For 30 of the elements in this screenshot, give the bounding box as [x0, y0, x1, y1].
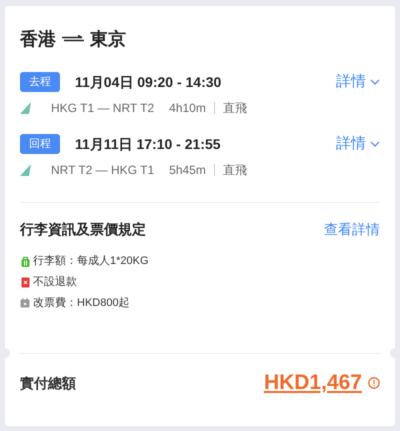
total-amount[interactable]: HKD1,467 — [264, 367, 362, 399]
total-label: 實付總額 — [20, 374, 76, 392]
origin-city: 香港 — [20, 28, 56, 50]
chevron-down-icon — [370, 79, 380, 85]
flight-type: 直飛 — [222, 100, 247, 117]
flight-type: 直飛 — [222, 162, 247, 179]
rule-text: 不設退款 — [33, 274, 77, 290]
route: HKG T1 — NRT T2 — [51, 100, 154, 117]
flight-datetime: 11月04日 09:20 - 14:30 — [75, 72, 222, 92]
suitcase-icon — [20, 256, 30, 266]
info-icon — [368, 377, 380, 389]
destination-city: 東京 — [90, 28, 126, 50]
rule-text: 行李額：每成人1*20KG — [33, 254, 149, 269]
calendar-icon — [20, 298, 30, 308]
round-trip-icon — [62, 35, 84, 43]
trip-tag: 去程 — [20, 72, 60, 92]
details-link[interactable]: 詳情 — [336, 70, 380, 94]
details-link[interactable]: 詳情 — [336, 132, 380, 156]
duration: 4h10m — [169, 100, 206, 117]
rules-heading: 行李資訊及票價規定 — [20, 220, 146, 239]
duration: 5h45m — [169, 162, 206, 179]
ticket-cross-icon — [20, 276, 30, 288]
rule-text: 改票費：HKD800起 — [33, 296, 130, 311]
view-details-link[interactable]: 查看詳情 — [324, 218, 380, 240]
chevron-down-icon — [370, 141, 380, 147]
flight-datetime: 11月11日 17:10 - 21:55 — [75, 134, 221, 154]
airline-tail-icon — [20, 102, 32, 114]
route: NRT T2 — HKG T1 — [51, 162, 154, 179]
trip-tag: 回程 — [20, 134, 60, 154]
airline-tail-icon — [20, 164, 32, 176]
